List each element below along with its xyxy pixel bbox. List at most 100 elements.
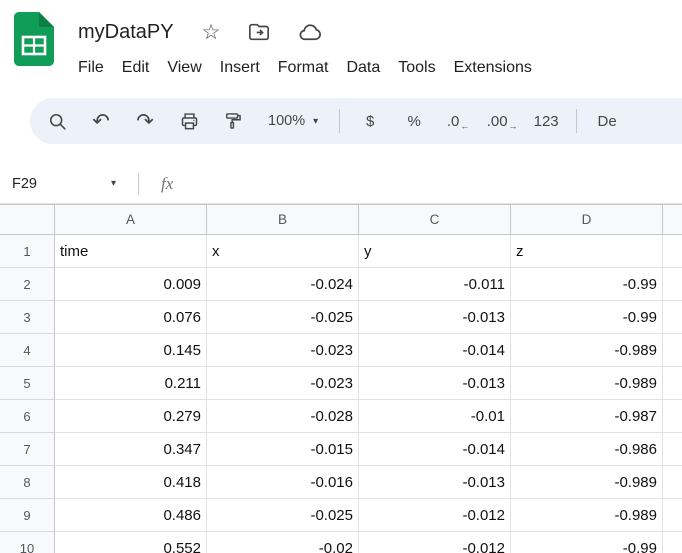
sheets-logo-icon	[14, 12, 54, 66]
cell-b10[interactable]: -0.02	[207, 532, 359, 553]
menu-format[interactable]: Format	[269, 54, 338, 82]
column-header-partial	[663, 205, 682, 235]
cell-b4[interactable]: -0.023	[207, 334, 359, 367]
redo-icon[interactable]: ↷	[126, 103, 164, 139]
column-header-a[interactable]: A	[55, 205, 207, 235]
menu-view[interactable]: View	[158, 54, 210, 82]
column-header-b[interactable]: B	[207, 205, 359, 235]
select-all-corner[interactable]	[0, 205, 55, 235]
row-header-1[interactable]: 1	[0, 235, 55, 268]
cell-b2[interactable]: -0.024	[207, 268, 359, 301]
name-box[interactable]: F29 ▾	[0, 176, 126, 192]
row-header-2[interactable]: 2	[0, 268, 55, 301]
cell-c6[interactable]: -0.01	[359, 400, 511, 433]
cell-partial	[663, 400, 682, 433]
sheets-logo[interactable]	[14, 12, 54, 66]
font-select[interactable]: De	[588, 103, 626, 139]
table-row: 100.552-0.02-0.012-0.99	[0, 532, 682, 553]
cell-c9[interactable]: -0.012	[359, 499, 511, 532]
cell-d7[interactable]: -0.986	[511, 433, 663, 466]
cell-c2[interactable]: -0.011	[359, 268, 511, 301]
cell-partial	[663, 466, 682, 499]
cell-c8[interactable]: -0.013	[359, 466, 511, 499]
table-row: 80.418-0.016-0.013-0.989	[0, 466, 682, 499]
cell-a4[interactable]: 0.145	[55, 334, 207, 367]
cell-a7[interactable]: 0.347	[55, 433, 207, 466]
title-row: myDataPY ☆	[78, 12, 541, 52]
cell-d1[interactable]: z	[511, 235, 663, 268]
cell-a8[interactable]: 0.418	[55, 466, 207, 499]
column-header-c[interactable]: C	[359, 205, 511, 235]
document-title[interactable]: myDataPY	[78, 21, 174, 44]
search-icon[interactable]	[38, 103, 76, 139]
table-row: 30.076-0.025-0.013-0.99	[0, 301, 682, 334]
paint-format-icon[interactable]	[214, 103, 252, 139]
cell-d10[interactable]: -0.99	[511, 532, 663, 553]
cell-partial	[663, 499, 682, 532]
cell-c5[interactable]: -0.013	[359, 367, 511, 400]
menu-extensions[interactable]: Extensions	[445, 54, 541, 82]
toolbar-divider	[339, 109, 340, 133]
cell-a1[interactable]: time	[55, 235, 207, 268]
cell-b6[interactable]: -0.028	[207, 400, 359, 433]
menu-bar: File Edit View Insert Format Data Tools …	[69, 54, 541, 82]
move-to-folder-icon[interactable]	[248, 21, 270, 43]
undo-icon[interactable]: ↶	[82, 103, 120, 139]
cell-c4[interactable]: -0.014	[359, 334, 511, 367]
increase-decimal-button[interactable]: .00 →	[483, 103, 521, 139]
row-header-10[interactable]: 10	[0, 532, 55, 553]
cell-d2[interactable]: -0.99	[511, 268, 663, 301]
cell-b7[interactable]: -0.015	[207, 433, 359, 466]
grid-body: 1timexyz20.009-0.024-0.011-0.9930.076-0.…	[0, 235, 682, 553]
column-header-d[interactable]: D	[511, 205, 663, 235]
cell-a3[interactable]: 0.076	[55, 301, 207, 334]
star-icon[interactable]: ☆	[202, 22, 221, 43]
row-header-5[interactable]: 5	[0, 367, 55, 400]
cell-c10[interactable]: -0.012	[359, 532, 511, 553]
menu-tools[interactable]: Tools	[389, 54, 444, 82]
cell-b1[interactable]: x	[207, 235, 359, 268]
menu-file[interactable]: File	[69, 54, 113, 82]
cell-a5[interactable]: 0.211	[55, 367, 207, 400]
cell-a6[interactable]: 0.279	[55, 400, 207, 433]
currency-format-button[interactable]: $	[351, 103, 389, 139]
menu-edit[interactable]: Edit	[113, 54, 159, 82]
cell-d9[interactable]: -0.989	[511, 499, 663, 532]
row-header-4[interactable]: 4	[0, 334, 55, 367]
cell-b3[interactable]: -0.025	[207, 301, 359, 334]
menu-data[interactable]: Data	[337, 54, 389, 82]
table-row: 50.211-0.023-0.013-0.989	[0, 367, 682, 400]
cell-d8[interactable]: -0.989	[511, 466, 663, 499]
cell-a9[interactable]: 0.486	[55, 499, 207, 532]
percent-format-button[interactable]: %	[395, 103, 433, 139]
row-header-7[interactable]: 7	[0, 433, 55, 466]
cell-c7[interactable]: -0.014	[359, 433, 511, 466]
formula-bar-divider	[138, 173, 139, 195]
cell-partial	[663, 433, 682, 466]
cell-partial	[663, 334, 682, 367]
table-row: 90.486-0.025-0.012-0.989	[0, 499, 682, 532]
row-header-3[interactable]: 3	[0, 301, 55, 334]
cell-c3[interactable]: -0.013	[359, 301, 511, 334]
number-format-button[interactable]: 123	[527, 103, 565, 139]
cloud-status-icon[interactable]	[298, 20, 323, 45]
cell-c1[interactable]: y	[359, 235, 511, 268]
cell-d6[interactable]: -0.987	[511, 400, 663, 433]
toolbar-divider	[576, 109, 577, 133]
spreadsheet-grid: ABCD 1timexyz20.009-0.024-0.011-0.9930.0…	[0, 204, 682, 553]
row-header-6[interactable]: 6	[0, 400, 55, 433]
cell-b9[interactable]: -0.025	[207, 499, 359, 532]
menu-insert[interactable]: Insert	[211, 54, 269, 82]
cell-a10[interactable]: 0.552	[55, 532, 207, 553]
cell-a2[interactable]: 0.009	[55, 268, 207, 301]
row-header-9[interactable]: 9	[0, 499, 55, 532]
cell-d5[interactable]: -0.989	[511, 367, 663, 400]
cell-d3[interactable]: -0.99	[511, 301, 663, 334]
print-icon[interactable]	[170, 103, 208, 139]
cell-b5[interactable]: -0.023	[207, 367, 359, 400]
decrease-decimal-button[interactable]: .0 ←	[439, 103, 477, 139]
cell-b8[interactable]: -0.016	[207, 466, 359, 499]
cell-d4[interactable]: -0.989	[511, 334, 663, 367]
row-header-8[interactable]: 8	[0, 466, 55, 499]
zoom-select[interactable]: 100% ▾	[258, 103, 328, 139]
